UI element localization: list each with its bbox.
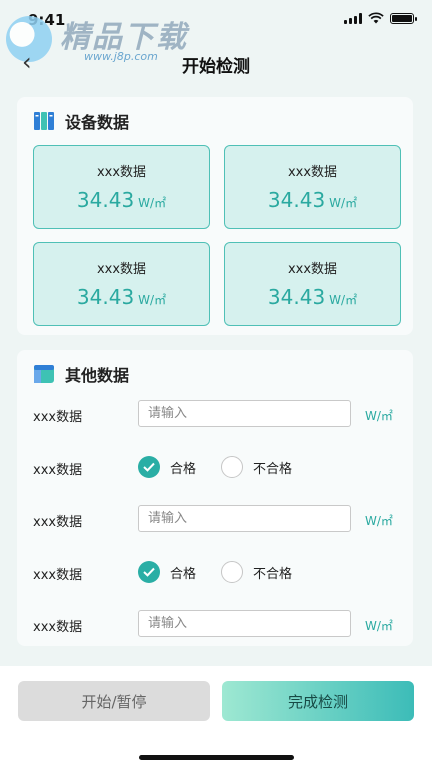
tile-value-row: 34.43 W/㎡: [34, 188, 209, 212]
tile-label: xxx数据: [287, 262, 338, 277]
wifi-icon: [368, 12, 384, 24]
row-unit: W/㎡: [365, 619, 393, 633]
device-section-title: 设备数据: [65, 113, 130, 132]
check-icon: [138, 561, 160, 583]
signal-icon: [344, 12, 362, 24]
tile-unit: W/㎡: [138, 293, 167, 307]
tile-unit: W/㎡: [329, 293, 358, 307]
tile-value-row: 34.43 W/㎡: [34, 285, 209, 309]
value-input[interactable]: [138, 610, 351, 637]
finish-detection-button[interactable]: 完成检测: [222, 681, 414, 721]
other-section-title: 其他数据: [65, 366, 130, 385]
device-section-header: 设备数据: [33, 109, 129, 133]
radio-empty-icon: [221, 561, 243, 583]
tile-value: 34.43: [76, 188, 135, 212]
tile-value-row: 34.43 W/㎡: [225, 285, 400, 309]
input-row: xxx数据 W/㎡: [17, 400, 413, 428]
tile-value: 34.43: [76, 285, 135, 309]
radio-fail[interactable]: 不合格: [221, 456, 292, 478]
system-icons: [344, 12, 417, 24]
other-section-header: 其他数据: [33, 362, 129, 386]
data-tile: xxx数据 34.43 W/㎡: [224, 145, 401, 229]
tile-value-row: 34.43 W/㎡: [225, 188, 400, 212]
input-row: xxx数据 W/㎡: [17, 505, 413, 533]
tile-value: 34.43: [267, 285, 326, 309]
row-label: xxx数据: [33, 410, 83, 425]
tile-unit: W/㎡: [329, 196, 358, 210]
tile-label: xxx数据: [96, 165, 147, 180]
home-indicator: [139, 755, 294, 760]
tile-unit: W/㎡: [138, 196, 167, 210]
data-tile: xxx数据 34.43 W/㎡: [224, 242, 401, 326]
page-title: 开始检测: [182, 57, 250, 77]
row-label: xxx数据: [33, 620, 83, 635]
device-data-card: 设备数据 xxx数据 34.43 W/㎡ xxx数据 34.43 W/㎡ xxx数据…: [17, 97, 413, 335]
radio-empty-icon: [221, 456, 243, 478]
tile-label: xxx数据: [287, 165, 338, 180]
radio-pass[interactable]: 合格: [138, 561, 196, 583]
radio-row: xxx数据 合格 不合格: [17, 453, 413, 481]
other-data-icon: [34, 365, 54, 383]
radio-fail[interactable]: 不合格: [221, 561, 292, 583]
row-label: xxx数据: [33, 568, 83, 583]
input-row: xxx数据 W/㎡: [17, 610, 413, 638]
row-label: xxx数据: [33, 515, 83, 530]
row-unit: W/㎡: [365, 409, 393, 423]
row-unit: W/㎡: [365, 514, 393, 528]
bottom-action-bar: 开始/暂停 完成检测: [0, 666, 432, 768]
value-input[interactable]: [138, 505, 351, 532]
tile-label: xxx数据: [96, 262, 147, 277]
data-tile: xxx数据 34.43 W/㎡: [33, 242, 210, 326]
start-pause-button[interactable]: 开始/暂停: [18, 681, 210, 721]
radio-row: xxx数据 合格 不合格: [17, 558, 413, 586]
data-tile: xxx数据 34.43 W/㎡: [33, 145, 210, 229]
radio-pass-label: 合格: [170, 461, 197, 477]
device-data-icon: [34, 112, 54, 130]
battery-icon: [390, 12, 417, 24]
radio-pass-label: 合格: [170, 566, 197, 582]
check-icon: [138, 456, 160, 478]
other-data-card: 其他数据 xxx数据 W/㎡ xxx数据 合格 不合格 xxx数据 W/㎡ xx…: [17, 350, 413, 646]
value-input[interactable]: [138, 400, 351, 427]
radio-pass[interactable]: 合格: [138, 456, 196, 478]
tile-value: 34.43: [267, 188, 326, 212]
row-label: xxx数据: [33, 463, 83, 478]
radio-fail-label: 不合格: [253, 566, 293, 582]
radio-fail-label: 不合格: [253, 461, 293, 477]
